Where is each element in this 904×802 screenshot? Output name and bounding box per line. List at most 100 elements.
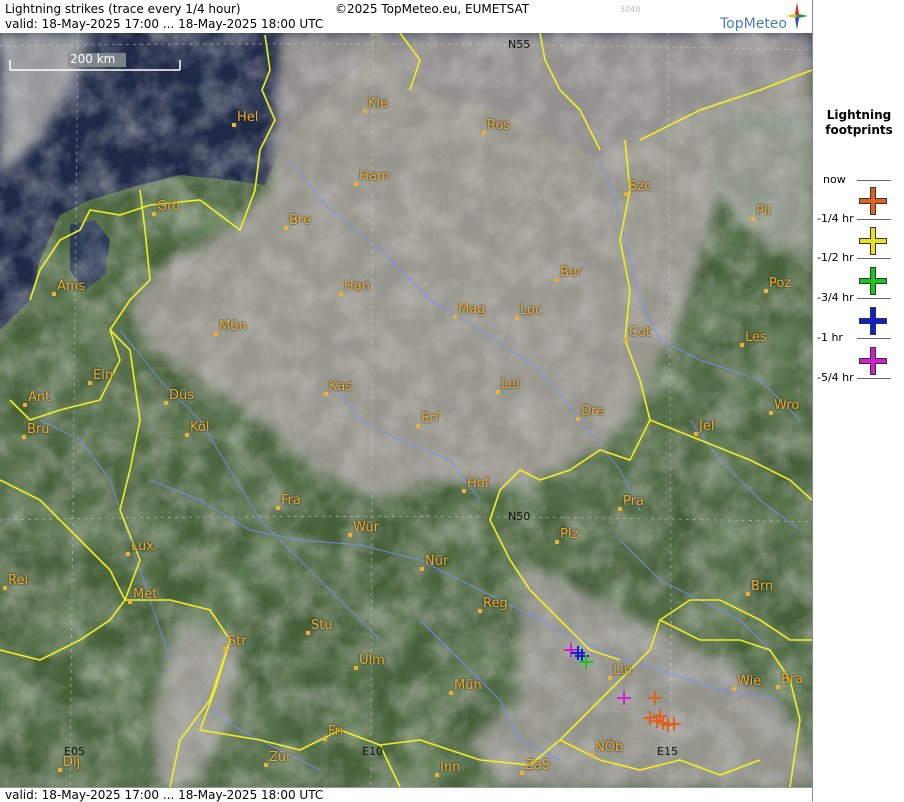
city-label: Han [344,279,370,294]
legend-cross-icon [859,227,887,255]
city-label: Bru [27,422,50,437]
city-label: Kas [329,379,353,394]
city-dot [185,433,189,437]
city-label: Wür [353,520,379,535]
city-label: Düs [169,388,195,403]
city-dot [276,506,280,510]
city-label: Dre [581,404,605,419]
city-dot [478,609,482,613]
city-label: Reg [483,596,508,611]
city-dot [23,403,27,407]
city-label: Köl [190,420,210,435]
city-label: Fri [328,724,344,739]
city-dot [496,390,500,394]
city-label: Ros [487,118,511,133]
city-label: Kie [368,96,389,111]
city-dot [453,315,457,319]
legend-title: Lightning footprints [813,108,904,138]
city-label: Str [228,634,247,649]
city-label: Mag [458,302,486,317]
city-label: Les [745,330,767,345]
city-label: Plz [560,527,579,542]
city-dot [590,753,594,757]
legend-time-label: now [823,173,846,186]
city-dot [624,338,628,342]
city-label: Loc [520,303,543,318]
city-label: Ein [93,368,114,383]
city-dot [482,131,486,135]
cloud-texture [0,33,812,787]
city-label: Pil [756,204,771,219]
city-label: Wro [774,398,800,413]
city-dot [435,773,439,777]
city-dot [126,552,130,556]
legend-panel: Lightning footprints now -1/4 hr -1/2 hr -3… [812,0,904,801]
city-label: NÖb [595,740,624,755]
city-dot [324,392,328,396]
city-label: Inn [440,760,461,775]
legend-tick [857,378,891,379]
legend-tick [857,219,891,220]
city-label: Bre [289,213,311,228]
city-label: Dij [63,755,81,770]
city-label: Lin [613,663,633,678]
city-dot [420,567,424,571]
city-dot [323,737,327,741]
legend-time-label: -5/4 hr [817,371,854,384]
city-dot [608,676,612,680]
city-dot [3,586,7,590]
city-label: Fra [281,493,301,508]
legend-title-line2: footprints [825,123,893,137]
map-footer: valid: 18-May-2025 17:00 ... 18-May-2025… [0,787,812,802]
city-label: Nür [425,554,449,569]
city-dot [576,417,580,421]
city-label: Brn [751,579,774,594]
city-label: Ant [28,390,51,405]
satellite-map[interactable]: 200 km N55 N50 E05 E10 E15 Hel Kie Ros Ham G… [0,33,812,787]
city-dot [555,540,559,544]
city-dot [746,592,750,596]
city-label: Gro [157,199,181,214]
header-code: 3040 [620,5,641,14]
city-dot [416,424,420,428]
city-label: Rei [8,573,29,588]
city-dot [348,533,352,537]
city-label: Ber [560,265,583,280]
city-dot [58,768,62,772]
legend-time-label: -3/4 hr [817,291,854,304]
city-dot [232,123,236,127]
city-label: Bra [781,672,804,687]
city-dot [732,687,736,691]
city-dot [52,292,56,296]
city-dot [462,489,466,493]
city-dot [520,771,524,775]
legend-cross-icon [859,267,887,295]
legend-tick [857,338,891,339]
city-label: Poz [769,276,792,291]
city-dot [22,435,26,439]
city-label: Lei [501,377,520,392]
city-label: Jel [699,419,715,434]
city-dot [339,292,343,296]
city-dot [449,691,453,695]
city-dot [354,666,358,670]
city-label: Mün [219,319,247,334]
legend-cross-icon [859,187,887,215]
city-label: Mün [454,678,482,693]
city-dot [764,289,768,293]
city-dot [223,647,227,651]
city-label: Ulm [359,653,385,668]
city-label: Cot [629,325,652,340]
city-label: Pra [623,494,644,509]
header-title: Lightning strikes (trace every 1/4 hour) [5,2,241,16]
city-label: Hel [237,110,259,125]
city-dot [555,278,559,282]
map-canvas [0,33,812,787]
city-label: Zür [269,750,292,765]
city-dot [618,507,622,511]
grid-label-n55: N55 [508,38,531,51]
city-label: Ham [359,169,390,184]
legend-cross-icon [859,347,887,375]
city-dot [264,763,268,767]
city-dot [354,182,358,186]
